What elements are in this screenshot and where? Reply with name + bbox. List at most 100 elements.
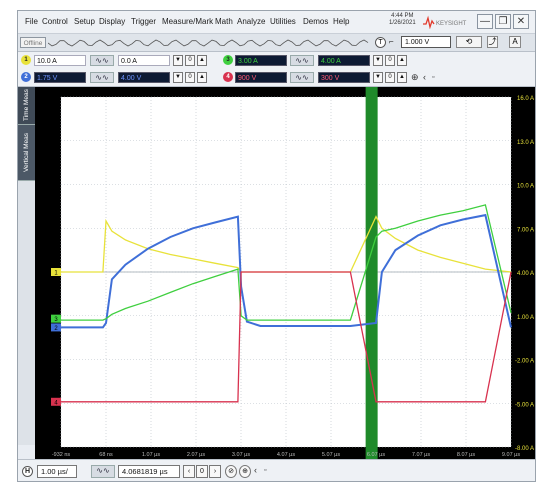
channel-4-offset[interactable]: 300 V: [318, 72, 370, 83]
x-tick-label: 1.07 µs: [142, 452, 160, 458]
scroll-left-icon[interactable]: ‹: [423, 72, 426, 83]
y-tick-label: 1.00 A: [517, 315, 534, 321]
channel-2-zero-button[interactable]: 0: [185, 72, 195, 83]
menu-setup[interactable]: Setup: [74, 17, 95, 26]
x-tick-label: 4.07 µs: [277, 452, 295, 458]
keysight-logo: KEYSIGHT: [422, 15, 468, 30]
scroll-left-icon-bottom[interactable]: ‹: [254, 465, 257, 476]
menu-control[interactable]: Control: [42, 17, 68, 26]
x-tick-label: 5.07 µs: [322, 452, 340, 458]
channel-3-coupling-icon[interactable]: ∿∿: [290, 55, 314, 66]
clock-date: 1/26/2021: [389, 20, 416, 26]
zoom-in-icon[interactable]: ⊕: [239, 465, 251, 478]
channel-1-zero-button[interactable]: 0: [185, 55, 195, 66]
menu-bar: File Control Setup Display Trigger Measu…: [18, 11, 535, 34]
clock: 4:44 PM 1/26/2021: [389, 13, 416, 27]
waveform-display[interactable]: 16.0 A 13.0 A 10.0 A 7.00 A 4.00 A 1.00 A -2.0…: [35, 87, 535, 459]
horizontal-icon[interactable]: H: [22, 466, 33, 477]
channel-4-zero-button[interactable]: 0: [385, 72, 395, 83]
trigger-edge-button[interactable]: ⟲: [456, 36, 482, 48]
trigger-slope-icon[interactable]: ⌐: [389, 36, 394, 47]
channel-1-up-button[interactable]: ▲: [197, 55, 207, 66]
clock-time: 4:44 PM: [391, 13, 414, 19]
channel-4-up-button[interactable]: ▲: [397, 72, 407, 83]
channel-1-scale[interactable]: 10.0 A: [34, 55, 86, 66]
add-channel-icon[interactable]: ⊕: [411, 72, 419, 83]
x-tick-label: 2.07 µs: [187, 452, 205, 458]
channel-1-icon[interactable]: 1: [21, 55, 31, 65]
waveform-chart: 16.0 A 13.0 A 10.0 A 7.00 A 4.00 A 1.00 A -2.0…: [51, 87, 534, 459]
x-tick-label: 7.07 µs: [412, 452, 430, 458]
channel-3-zero-button[interactable]: 0: [385, 55, 395, 66]
channel-row-top: 1 10.0 A ∿∿ 0.0 A ▼ 0 ▲ 3 3.00 A ∿∿ 4.00…: [18, 52, 535, 68]
run-bar: Offline T ⌐ 1.000 V ⟲ ⤴ A: [18, 34, 535, 52]
x-tick-label: 9.07 µs: [502, 452, 520, 458]
channel-3-scale[interactable]: 3.00 A: [235, 55, 287, 66]
x-tick-label: 8.07 µs: [457, 452, 475, 458]
x-tick-label: 3.07 µs: [232, 452, 250, 458]
menu-measure-mark[interactable]: Measure/Mark: [162, 17, 213, 26]
channel-3-up-button[interactable]: ▲: [397, 55, 407, 66]
trigger-level-field[interactable]: 1.000 V: [401, 36, 451, 48]
menu-trigger[interactable]: Trigger: [131, 17, 156, 26]
channel-4-icon[interactable]: 4: [223, 72, 233, 82]
channel-2-coupling-icon[interactable]: ∿∿: [90, 72, 114, 83]
restore-button[interactable]: ❐: [495, 14, 511, 29]
y-tick-label: 7.00 A: [517, 227, 534, 233]
y-tick-label: 4.00 A: [517, 271, 534, 277]
timebase-zoom-icon[interactable]: ∿∿: [91, 465, 115, 478]
channel-4-down-button[interactable]: ▼: [373, 72, 383, 83]
delay-zero-button[interactable]: 0: [196, 465, 208, 478]
y-tick-label: 13.0 A: [517, 140, 534, 146]
close-button[interactable]: ✕: [513, 14, 529, 29]
trace-3-burst: [365, 87, 378, 459]
y-tick-label: -2.00 A: [515, 359, 534, 365]
menu-display[interactable]: Display: [99, 17, 125, 26]
menu-demos[interactable]: Demos: [303, 17, 328, 26]
channel-4-coupling-icon[interactable]: ∿∿: [290, 72, 314, 83]
channel-1-offset[interactable]: 0.0 A: [118, 55, 170, 66]
menu-analyze[interactable]: Analyze: [237, 17, 265, 26]
side-tab-strip: Time Meas Vertical Meas: [18, 87, 36, 445]
channel-1-down-button[interactable]: ▼: [173, 55, 183, 66]
horizontal-bar: H 1.00 µs/ ∿∿ 4.0681819 µs ‹ 0 › ⊘ ⊕ ‹ ▫: [18, 459, 535, 481]
zoom-icon[interactable]: ⊘: [225, 465, 237, 478]
channel-2-icon[interactable]: 2: [21, 72, 31, 82]
channel-row-bottom: 2 1.75 V ∿∿ 4.00 V ▼ 0 ▲ 4 900 V ∿∿ 300 …: [18, 69, 535, 85]
channel-bar: 1 10.0 A ∿∿ 0.0 A ▼ 0 ▲ 3 3.00 A ∿∿ 4.00…: [18, 52, 535, 87]
channel-1-coupling-icon[interactable]: ∿∿: [90, 55, 114, 66]
autoscale-button[interactable]: A: [509, 36, 521, 48]
delay-right-button[interactable]: ›: [209, 465, 221, 478]
tab-time-meas[interactable]: Time Meas: [18, 87, 35, 125]
menu-utilities[interactable]: Utilities: [270, 17, 296, 26]
channel-4-scale[interactable]: 900 V: [235, 72, 287, 83]
timebase-field[interactable]: 1.00 µs/: [37, 465, 77, 478]
minimize-button[interactable]: —: [477, 14, 493, 29]
channel-2-up-button[interactable]: ▲: [197, 72, 207, 83]
channel-3-down-button[interactable]: ▼: [373, 55, 383, 66]
waveform-overview: [48, 39, 369, 47]
y-tick-label: 16.0 A: [517, 96, 534, 102]
channel-3-offset[interactable]: 4.00 A: [318, 55, 370, 66]
y-tick-label: 10.0 A: [517, 184, 534, 190]
x-tick-label: -932 ns: [52, 452, 71, 458]
delay-field[interactable]: 4.0681819 µs: [118, 465, 180, 478]
trigger-mode-button[interactable]: ⤴: [487, 36, 498, 48]
x-tick-label: 6.07 µs: [367, 452, 385, 458]
trigger-icon[interactable]: T: [375, 37, 386, 48]
y-tick-label: -5.00 A: [515, 402, 534, 408]
tab-vertical-meas[interactable]: Vertical Meas: [18, 125, 35, 181]
channel-2-scale[interactable]: 1.75 V: [34, 72, 86, 83]
channel-2-down-button[interactable]: ▼: [173, 72, 183, 83]
menu-help[interactable]: Help: [333, 17, 349, 26]
panel-toggle-icon[interactable]: ▫: [432, 72, 434, 83]
svg-text:KEYSIGHT: KEYSIGHT: [436, 21, 467, 27]
channel-3-icon[interactable]: 3: [223, 55, 233, 65]
offline-status[interactable]: Offline: [20, 37, 46, 48]
channel-2-offset[interactable]: 4.00 V: [118, 72, 170, 83]
menu-math[interactable]: Math: [215, 17, 233, 26]
menu-file[interactable]: File: [25, 17, 38, 26]
bottom-panel-icon[interactable]: ▫: [264, 465, 266, 476]
delay-left-button[interactable]: ‹: [183, 465, 195, 478]
x-tick-label: 68 ns: [99, 452, 113, 458]
